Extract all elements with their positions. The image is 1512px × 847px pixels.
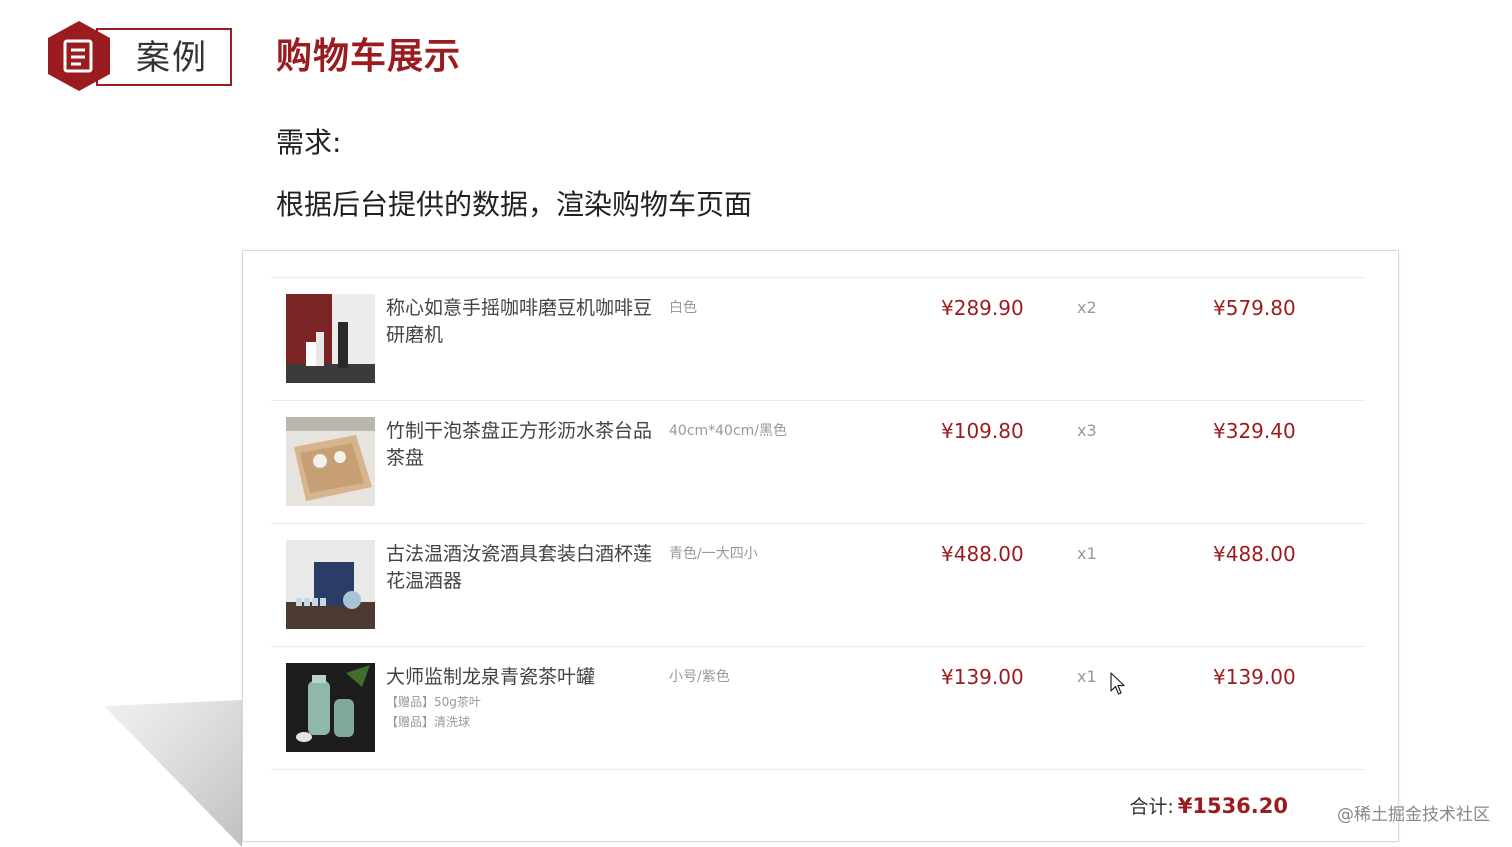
product-quantity: x1 (1077, 544, 1097, 563)
product-name[interactable]: 古法温酒汝瓷酒具套装白酒杯莲花温酒器 (386, 541, 656, 595)
document-icon (48, 21, 110, 91)
product-price: ¥488.00 (941, 542, 1024, 566)
cart-row: 古法温酒汝瓷酒具套装白酒杯莲花温酒器 青色/一大四小 ¥488.00 x1 ¥4… (271, 523, 1365, 646)
cart-row: 大师监制龙泉青瓷茶叶罐 【赠品】50g茶叶 【赠品】清洗球 小号/紫色 ¥139… (271, 646, 1365, 770)
product-name[interactable]: 竹制干泡茶盘正方形沥水茶台品茶盘 (386, 418, 656, 472)
requirement-text: 根据后台提供的数据，渲染购物车页面 (276, 188, 753, 221)
product-spec: 白色 (669, 300, 697, 316)
cart-total-label: 合计: (1129, 796, 1174, 818)
gift-item: 【赠品】50g茶叶 (386, 695, 481, 709)
cart-panel: 称心如意手摇咖啡磨豆机咖啡豆研磨机 白色 ¥289.90 x2 ¥579.80 (242, 250, 1399, 842)
product-quantity: x2 (1077, 298, 1097, 317)
cart-row: 竹制干泡茶盘正方形沥水茶台品茶盘 40cm*40cm/黑色 ¥109.80 x3… (271, 400, 1365, 523)
panel-shadow (104, 700, 242, 847)
mouse-pointer-icon (1110, 672, 1125, 695)
product-name-text[interactable]: 称心如意手摇咖啡磨豆机咖啡豆研磨机 (386, 297, 652, 346)
product-price: ¥139.00 (941, 665, 1024, 689)
gift-item: 【赠品】清洗球 (386, 715, 471, 729)
product-name-text[interactable]: 大师监制龙泉青瓷茶叶罐 (386, 666, 595, 688)
product-spec: 小号/紫色 (669, 669, 730, 685)
product-image-tea-canister[interactable] (286, 663, 375, 752)
product-subtotal: ¥488.00 (1213, 542, 1296, 566)
product-subtotal: ¥579.80 (1213, 296, 1296, 320)
cart-total: 合计: ¥1536.20 (1129, 792, 1288, 819)
product-subtotal: ¥329.40 (1213, 419, 1296, 443)
product-name-text[interactable]: 古法温酒汝瓷酒具套装白酒杯莲花温酒器 (386, 543, 652, 592)
product-price: ¥109.80 (941, 419, 1024, 443)
cart-row: 称心如意手摇咖啡磨豆机咖啡豆研磨机 白色 ¥289.90 x2 ¥579.80 (271, 277, 1365, 400)
product-subtotal: ¥139.00 (1213, 665, 1296, 689)
product-image-tea-tray[interactable] (286, 417, 375, 506)
product-name[interactable]: 大师监制龙泉青瓷茶叶罐 【赠品】50g茶叶 【赠品】清洗球 (386, 664, 656, 733)
cart-list: 称心如意手摇咖啡磨豆机咖啡豆研磨机 白色 ¥289.90 x2 ¥579.80 (271, 277, 1365, 770)
product-price: ¥289.90 (941, 296, 1024, 320)
cart-total-value: ¥1536.20 (1177, 794, 1288, 818)
product-quantity: x1 (1077, 667, 1097, 686)
page-title: 购物车展示 (276, 36, 462, 77)
product-quantity: x3 (1077, 421, 1097, 440)
watermark: @稀土掘金技术社区 (1337, 805, 1490, 825)
slide-page: 案例 购物车展示 需求: 根据后台提供的数据，渲染购物车页面 称心如意手摇咖啡磨… (0, 0, 1512, 847)
product-image-coffee-grinder[interactable] (286, 294, 375, 383)
product-spec: 40cm*40cm/黑色 (669, 423, 788, 439)
product-spec: 青色/一大四小 (669, 546, 758, 562)
product-name-text[interactable]: 竹制干泡茶盘正方形沥水茶台品茶盘 (386, 420, 652, 469)
product-image-wine-set[interactable] (286, 540, 375, 629)
requirement-label: 需求: (276, 126, 342, 159)
product-name[interactable]: 称心如意手摇咖啡磨豆机咖啡豆研磨机 (386, 295, 656, 349)
case-badge-label: 案例 (136, 38, 208, 78)
case-badge: 案例 (96, 28, 232, 86)
